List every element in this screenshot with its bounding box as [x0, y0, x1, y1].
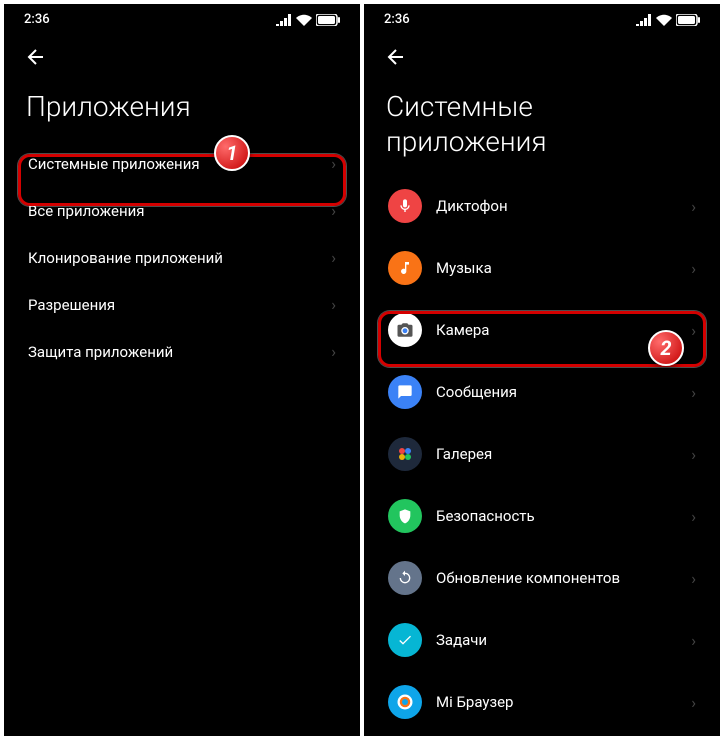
item-label: Системные приложения: [28, 155, 331, 173]
chevron-right-icon: ›: [691, 445, 696, 464]
wifi-icon: [296, 14, 312, 26]
app-item-label: Mi Браузер: [436, 693, 691, 711]
settings-list: Системные приложения › Все приложения › …: [4, 140, 360, 375]
chevron-right-icon: ›: [691, 259, 696, 278]
chevron-right-icon: ›: [691, 631, 696, 650]
item-app-protection[interactable]: Защита приложений ›: [14, 328, 350, 375]
item-label: Защита приложений: [28, 343, 331, 361]
chevron-right-icon: ›: [331, 201, 336, 220]
step-badge-2: 2: [648, 330, 684, 366]
chevron-right-icon: ›: [331, 248, 336, 267]
app-item-tasks[interactable]: Задачи›: [374, 609, 710, 671]
item-label: Клонирование приложений: [28, 249, 331, 267]
app-item-music[interactable]: Музыка›: [374, 237, 710, 299]
browser-icon: [388, 685, 422, 719]
app-item-browser[interactable]: Mi Браузер›: [374, 671, 710, 733]
mic-icon: [388, 189, 422, 223]
message-icon: [388, 375, 422, 409]
item-label: Разрешения: [28, 296, 331, 314]
page-title: Системные приложения: [364, 81, 720, 175]
chevron-right-icon: ›: [331, 342, 336, 361]
tasks-icon: [388, 623, 422, 657]
chevron-right-icon: ›: [331, 295, 336, 314]
app-item-label: Безопасность: [436, 507, 691, 525]
chevron-right-icon: ›: [691, 693, 696, 712]
app-item-label: Галерея: [436, 445, 691, 463]
phone-right: 2:36 Системные приложения Диктофон›Музык…: [364, 4, 720, 736]
status-bar: 2:36: [4, 4, 360, 31]
gallery-icon: [388, 437, 422, 471]
app-item-message[interactable]: Сообщения›: [374, 361, 710, 423]
app-item-label: Задачи: [436, 631, 691, 649]
status-bar: 2:36: [364, 4, 720, 31]
status-icons: [636, 14, 700, 26]
battery-icon: [316, 14, 340, 26]
app-item-shield[interactable]: Безопасность›: [374, 485, 710, 547]
item-system-apps[interactable]: Системные приложения ›: [14, 140, 350, 187]
signal-icon: [276, 14, 292, 26]
status-time: 2:36: [24, 12, 50, 27]
signal-icon: [636, 14, 652, 26]
app-item-label: Диктофон: [436, 197, 691, 215]
item-permissions[interactable]: Разрешения ›: [14, 281, 350, 328]
battery-icon: [676, 14, 700, 26]
chevron-right-icon: ›: [691, 383, 696, 402]
app-item-label: Обновление компонентов: [436, 569, 691, 587]
back-arrow-icon[interactable]: [384, 45, 408, 69]
step-badge-1: 1: [214, 135, 250, 171]
chevron-right-icon: ›: [691, 569, 696, 588]
music-icon: [388, 251, 422, 285]
app-item-mic[interactable]: Диктофон›: [374, 175, 710, 237]
update-icon: [388, 561, 422, 595]
phone-left: 2:36 Приложения Системные приложения › В…: [4, 4, 360, 736]
back-nav: [4, 31, 360, 81]
item-all-apps[interactable]: Все приложения ›: [14, 187, 350, 234]
back-nav: [364, 31, 720, 81]
wifi-icon: [656, 14, 672, 26]
app-item-update[interactable]: Обновление компонентов›: [374, 547, 710, 609]
chevron-right-icon: ›: [691, 321, 696, 340]
camera-icon: [388, 313, 422, 347]
back-arrow-icon[interactable]: [24, 45, 48, 69]
app-item-label: Музыка: [436, 259, 691, 277]
status-icons: [276, 14, 340, 26]
item-label: Все приложения: [28, 202, 331, 220]
app-item-gallery[interactable]: Галерея›: [374, 423, 710, 485]
system-apps-list: Диктофон›Музыка›Камера›Сообщения›Галерея…: [364, 175, 720, 733]
chevron-right-icon: ›: [691, 507, 696, 526]
app-item-label: Сообщения: [436, 383, 691, 401]
chevron-right-icon: ›: [691, 197, 696, 216]
chevron-right-icon: ›: [331, 154, 336, 173]
page-title: Приложения: [4, 81, 360, 140]
item-clone-apps[interactable]: Клонирование приложений ›: [14, 234, 350, 281]
status-time: 2:36: [384, 12, 410, 27]
shield-icon: [388, 499, 422, 533]
